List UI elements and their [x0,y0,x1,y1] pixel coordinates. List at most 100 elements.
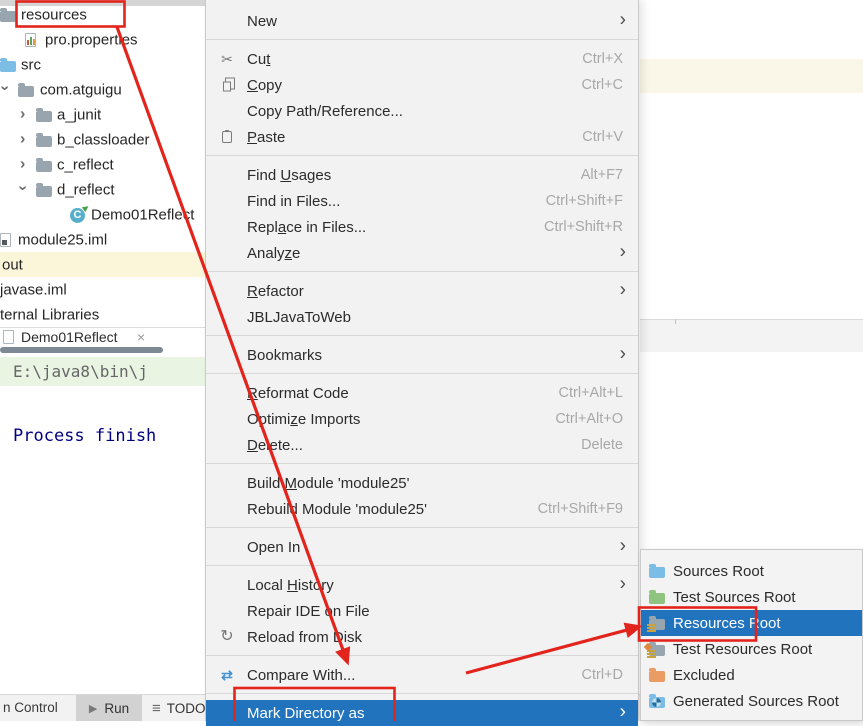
tree-item-pro-properties[interactable]: pro.properties [0,27,205,52]
menu-item-analyze[interactable]: Analyze› [206,240,638,266]
context-menu: New› ✂CutCtrl+X Copy Ctrl+C Copy Path/Refere… [205,0,639,721]
menu-item-paste[interactable]: PasteCtrl+V [206,124,638,150]
menu-item-copy-path-reference-[interactable]: Copy Path/Reference... [206,98,638,124]
menu-item-jbljavatoweb[interactable]: JBLJavaToWeb [206,304,638,330]
tree-item-c-reflect[interactable]: ›c_reflect [0,152,205,177]
submenu-arrow-icon: › [620,574,626,593]
statusbar-item-run[interactable]: ▶ Run [76,695,142,721]
tree-item-label: src [21,56,41,73]
menu-item-rebuild-module-module25-[interactable]: Rebuild Module 'module25'Ctrl+Shift+F9 [206,496,638,522]
file-icon [3,330,14,344]
menu-item-refactor[interactable]: Refactor› [206,278,638,304]
tree-item-a-junit[interactable]: ›a_junit [0,102,205,127]
submenu-item-label: Resources Root [673,615,781,632]
tree-item-label: c_reflect [57,156,114,173]
class-icon: C [70,207,87,223]
menu-item-new[interactable]: New› [206,8,638,34]
copy-icon [223,82,231,92]
tree-item-label: com.atguigu [40,81,122,98]
menu-item-reformat-code[interactable]: Reformat CodeCtrl+Alt+L [206,380,638,406]
menu-item-repair-ide-on-file[interactable]: Repair IDE on File [206,598,638,624]
submenu-arrow-icon: › [620,344,626,363]
chevron-expanded-icon: › [15,185,31,190]
menu-item-label: Refactor [247,283,304,300]
submenu-arrow-icon: › [620,10,626,29]
test-sources-folder-icon [649,590,665,604]
module-file-icon [0,233,11,247]
test-resources-folder-icon [649,642,665,656]
submenu-item-generated-sources-root[interactable]: Generated Sources Root [641,688,862,714]
menu-item-label: Build Module 'module25' [247,475,410,492]
menu-item-label: Repair IDE on File [247,603,370,620]
menu-item-shortcut: Delete [581,437,623,453]
submenu-item-test-resources-root[interactable]: Test Resources Root [641,636,862,662]
menu-item-shortcut: Alt+F7 [581,167,623,183]
menu-item-label: Replace in Files... [247,219,366,236]
run-overlay-icon [82,203,90,211]
tree-item-resources[interactable]: resources [0,2,205,27]
menu-separator [206,458,638,470]
menu-item-find-usages[interactable]: Find UsagesAlt+F7 [206,162,638,188]
menu-item-label: Copy [247,77,282,94]
menu-separator [206,522,638,534]
tab-underline-bar [0,347,163,353]
menu-separator [206,150,638,162]
menu-item-local-history[interactable]: Local History› [206,572,638,598]
chevron-expanded-icon: › [0,85,13,90]
paste-icon [222,131,232,143]
menu-item-find-in-files-[interactable]: Find in Files...Ctrl+Shift+F [206,188,638,214]
menu-separator [206,266,638,278]
stack-icon [647,650,656,658]
menu-item-compare-with-[interactable]: ⇄Compare With...Ctrl+D [206,662,638,688]
submenu-item-test-sources-root[interactable]: Test Sources Root [641,584,862,610]
menu-item-optimize-imports[interactable]: Optimize Imports Ctrl+Alt+O [206,406,638,432]
statusbar-item-version-control[interactable]: n Control [3,700,58,715]
menu-item-label: Delete... [247,437,303,454]
menu-item-label: JBLJavaToWeb [247,309,351,326]
menu-item-replace-in-files-[interactable]: Replace in Files... Ctrl+Shift+R [206,214,638,240]
tree-item-b-classloader[interactable]: ›b_classloader [0,127,205,152]
reload-icon: ↻ [220,629,233,645]
submenu-item-excluded[interactable]: Excluded [641,662,862,688]
menu-item-bookmarks[interactable]: Bookmarks › [206,342,638,368]
tree-item-ternal-libraries[interactable]: ternal Libraries [0,302,205,327]
tree-item-javase-iml[interactable]: javase.iml [0,277,205,302]
menu-item-shortcut: Ctrl+Alt+O [555,411,623,427]
folder-icon [0,8,16,22]
tree-item-label: module25.iml [18,231,107,248]
menu-item-build-module-module25-[interactable]: Build Module 'module25' [206,470,638,496]
menu-item-shortcut: Ctrl+X [582,51,623,67]
submenu-item-sources-root[interactable]: Sources Root [641,558,862,584]
menu-item-cut[interactable]: ✂CutCtrl+X [206,46,638,72]
menu-item-label: Bookmarks [247,347,322,364]
folder-icon [36,108,52,122]
tree-item-com-atguigu[interactable]: › com.atguigu [0,77,205,102]
tree-item-label: resources [21,6,87,23]
console-status-line: Process finish [13,426,156,446]
menu-item-delete-[interactable]: Delete... Delete [206,432,638,458]
close-icon[interactable]: × [137,329,145,345]
menu-item-label: Find in Files... [247,193,340,210]
tree-item-module25-iml[interactable]: module25.iml [0,227,205,252]
menu-item-label: Mark Directory as [247,705,365,722]
tree-item-src[interactable]: src [0,52,205,77]
tree-item-out[interactable]: out [0,252,205,277]
generated-sources-folder-icon [649,694,665,708]
tree-item-d-reflect[interactable]: › d_reflect [0,177,205,202]
menu-item-open-in[interactable]: Open In› [206,534,638,560]
menu-item-mark-directory-as[interactable]: Mark Directory as› [206,700,638,726]
submenu-item-resources-root[interactable]: Resources Root [641,610,862,636]
menu-item-copy[interactable]: Copy Ctrl+C [206,72,638,98]
tree-item-demo01reflect[interactable]: CDemo01Reflect [0,202,205,227]
menu-item-shortcut: Ctrl+Shift+R [544,219,623,235]
editor-tab[interactable]: Demo01Reflect × [0,328,205,347]
editor-tab-label: Demo01Reflect [21,329,118,345]
menu-item-label: Optimize Imports [247,411,360,428]
menu-item-shortcut: Ctrl+C [582,77,624,93]
folder-icon [36,158,52,172]
tree-item-label: d_reflect [57,181,115,198]
properties-file-icon [25,33,36,47]
statusbar-item-todo[interactable]: ≡ TODO [152,695,206,721]
submenu-arrow-icon: › [620,242,626,261]
menu-item-reload-from-disk[interactable]: ↻Reload from Disk [206,624,638,650]
